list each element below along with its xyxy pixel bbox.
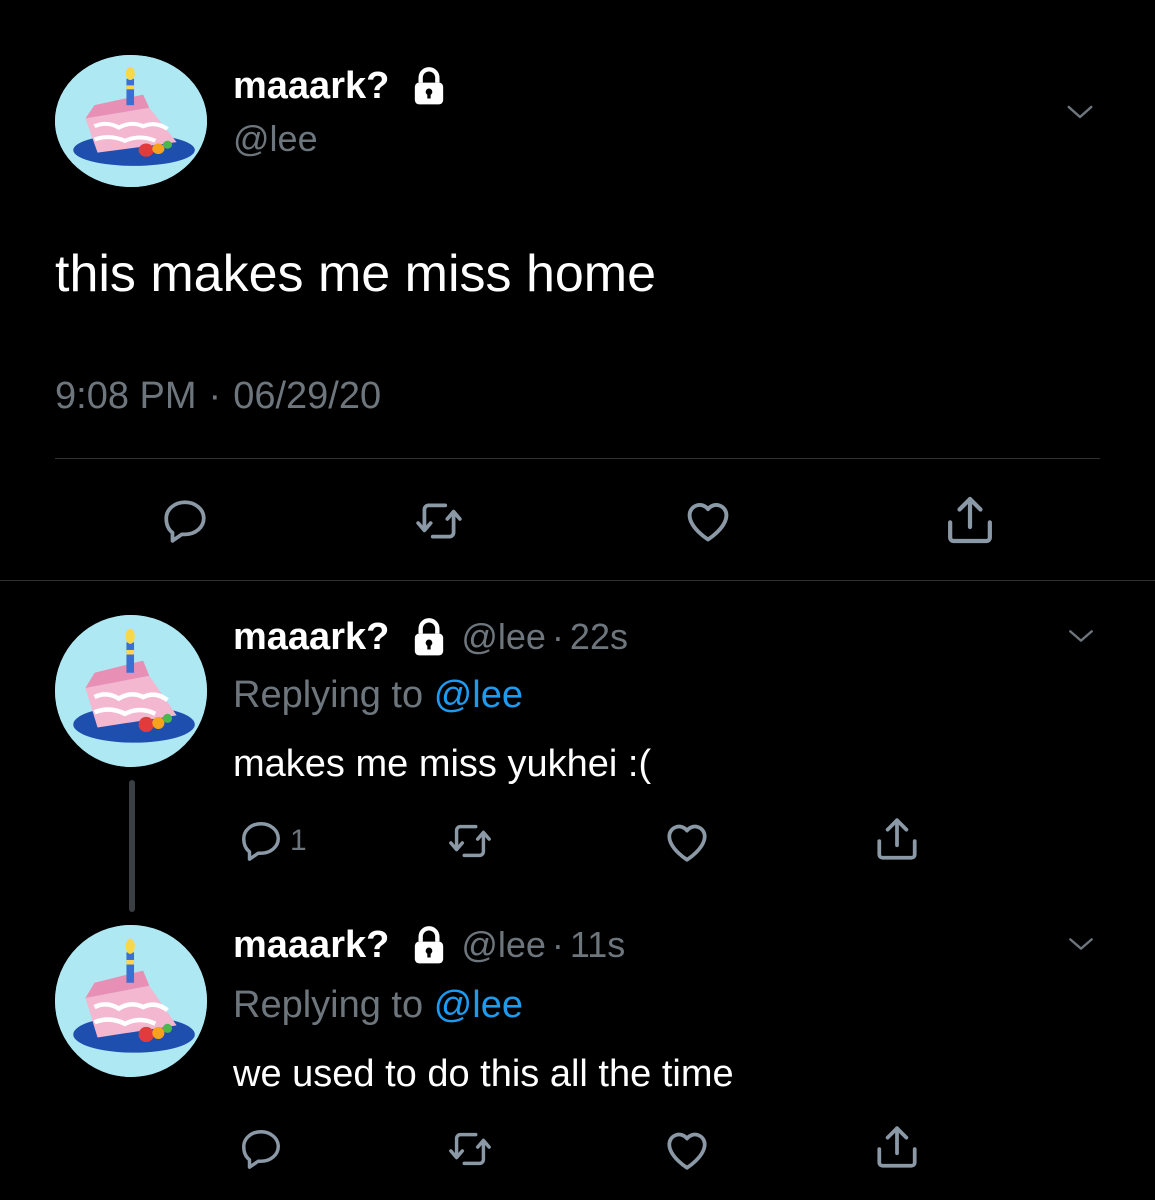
share-button[interactable]	[872, 814, 922, 864]
reply-header: maaark? @lee · 11s	[233, 922, 625, 968]
avatar[interactable]	[55, 55, 207, 187]
like-button[interactable]	[662, 816, 712, 866]
share-button[interactable]	[942, 492, 998, 548]
reply-count: 1	[290, 824, 307, 857]
display-name[interactable]: maaark?	[233, 65, 389, 108]
lock-icon	[409, 66, 449, 106]
tweet-age[interactable]: 11s	[570, 924, 625, 966]
chevron-down-icon[interactable]	[1062, 622, 1100, 650]
tweet-text: makes me miss yukhei :(	[233, 743, 652, 785]
lock-icon	[409, 925, 449, 965]
tweet-age[interactable]: 22s	[570, 616, 628, 658]
divider	[55, 458, 1100, 459]
heart-icon	[681, 494, 735, 546]
retweet-button[interactable]	[412, 496, 466, 546]
tweet-time[interactable]: 9:08 PM	[55, 375, 197, 418]
timestamp-line: 9:08 PM · 06/29/20	[55, 375, 381, 418]
display-name[interactable]: maaark?	[233, 616, 389, 659]
lock-icon	[409, 617, 449, 657]
tweet-text: we used to do this all the time	[233, 1053, 734, 1095]
thread-line	[129, 780, 135, 912]
separator-dot: ·	[551, 616, 564, 657]
like-button[interactable]	[681, 494, 735, 546]
reply-header: maaark? @lee · 22s	[233, 614, 628, 660]
separator-dot: ·	[551, 924, 564, 965]
handle[interactable]: @lee	[233, 118, 318, 160]
reply-button[interactable]	[160, 496, 210, 546]
reply-button[interactable]	[238, 1126, 284, 1172]
replying-prefix: Replying to	[233, 984, 424, 1026]
handle[interactable]: @lee	[461, 616, 546, 658]
section-divider	[0, 580, 1155, 581]
replying-prefix: Replying to	[233, 674, 424, 716]
avatar[interactable]	[55, 925, 207, 1077]
share-icon	[872, 814, 922, 864]
reply-button[interactable]: 1	[238, 818, 307, 864]
retweet-icon	[444, 818, 496, 864]
display-name[interactable]: maaark?	[233, 924, 389, 967]
like-button[interactable]	[662, 1124, 712, 1174]
replying-handle-link[interactable]: @lee	[434, 674, 523, 716]
reply-icon	[238, 1126, 284, 1172]
main-header: maaark?	[233, 64, 449, 108]
tweet-text: this makes me miss home	[55, 245, 657, 303]
share-icon	[942, 492, 998, 548]
reply-icon	[160, 496, 210, 546]
share-icon	[872, 1122, 922, 1172]
tweet-date[interactable]: 06/29/20	[233, 375, 381, 418]
replying-to: Replying to @lee	[233, 674, 523, 717]
heart-icon	[662, 1124, 712, 1174]
heart-icon	[662, 816, 712, 866]
avatar[interactable]	[55, 615, 207, 767]
replying-to: Replying to @lee	[233, 984, 523, 1027]
retweet-button[interactable]	[444, 1126, 496, 1172]
reply-icon	[238, 818, 284, 864]
chevron-down-icon[interactable]	[1062, 930, 1100, 958]
retweet-icon	[412, 496, 466, 546]
retweet-button[interactable]	[444, 818, 496, 864]
separator-dot: ·	[208, 375, 222, 417]
share-button[interactable]	[872, 1122, 922, 1172]
retweet-icon	[444, 1126, 496, 1172]
chevron-down-icon[interactable]	[1060, 97, 1100, 127]
replying-handle-link[interactable]: @lee	[434, 984, 523, 1026]
handle[interactable]: @lee	[461, 924, 546, 966]
